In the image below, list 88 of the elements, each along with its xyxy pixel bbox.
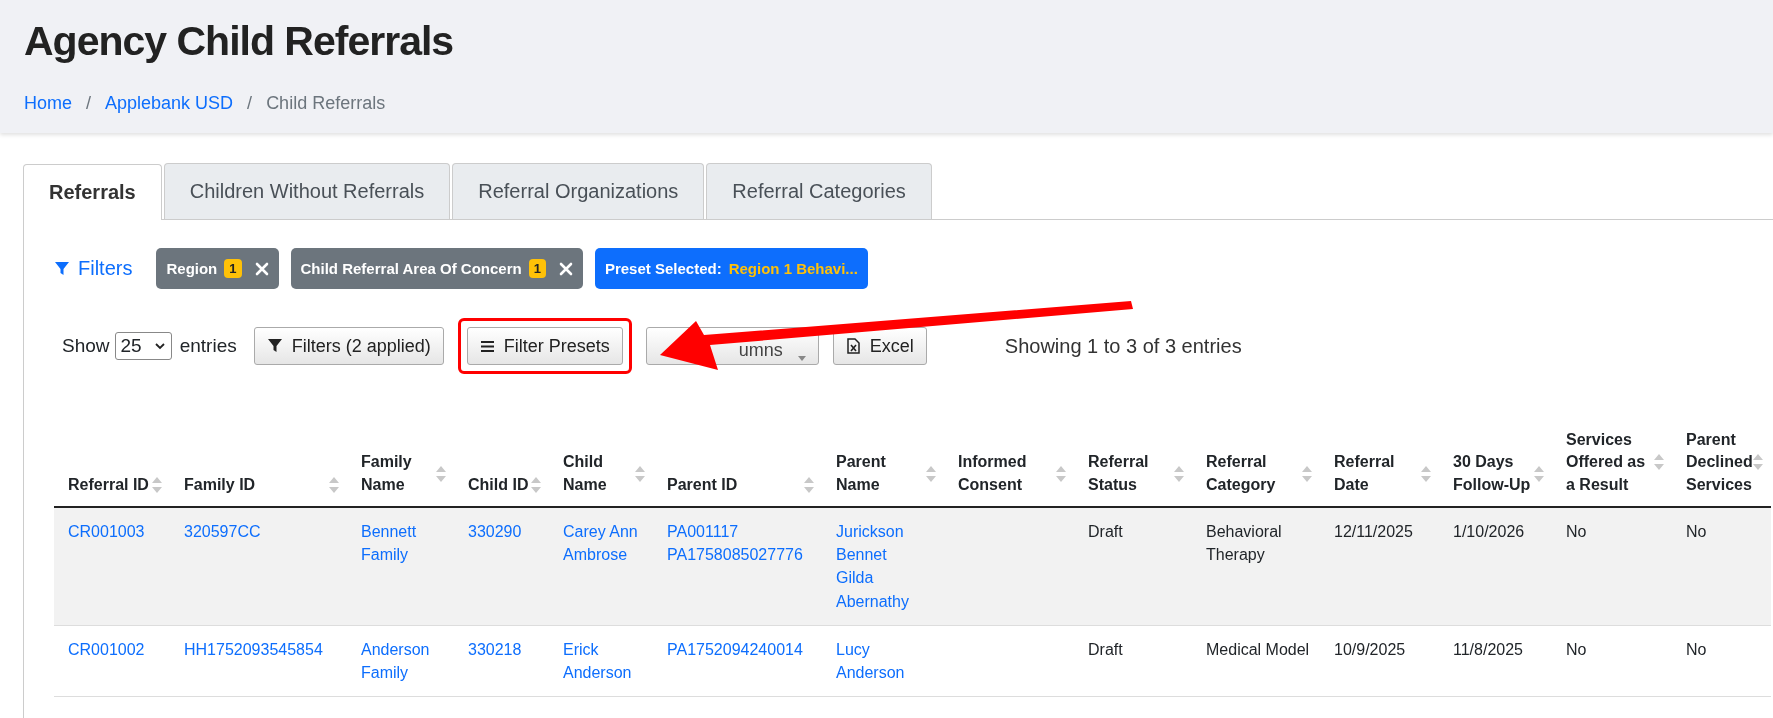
page-title: Agency Child Referrals	[24, 18, 454, 65]
filter-icon	[266, 338, 283, 354]
table-link[interactable]: HH1752093545854	[184, 637, 339, 661]
close-icon[interactable]	[558, 261, 573, 276]
column-header[interactable]: Parent Declined Services	[1686, 428, 1753, 496]
column-header[interactable]: Referral Status	[1088, 451, 1174, 496]
sort-icon	[531, 476, 541, 493]
breadcrumb-link[interactable]: Applebank USD	[105, 93, 234, 114]
tab[interactable]: Referrals	[23, 164, 162, 220]
column-header[interactable]: Referral Date	[1334, 451, 1421, 496]
table-cell-text: No	[1686, 522, 1708, 542]
table-link[interactable]: Gilda Abernathy	[836, 566, 936, 613]
table-link[interactable]: PA1758085027776	[667, 543, 814, 567]
sort-icon	[1421, 465, 1431, 482]
column-header[interactable]: Parent Name	[836, 451, 926, 496]
sort-icon	[926, 465, 936, 482]
sort-icon	[436, 465, 446, 482]
sort-icon	[1302, 465, 1312, 482]
column-header[interactable]: 30 Days Follow-Up	[1453, 451, 1534, 496]
file-icon	[845, 338, 861, 354]
table-link[interactable]: Jurickson Bennet	[836, 520, 936, 567]
table-link[interactable]: PA001117	[667, 520, 814, 544]
column-header[interactable]: Informed Consent	[958, 451, 1056, 496]
chevron-icon	[153, 341, 166, 351]
table-cell-text: No	[1566, 639, 1588, 660]
table-cell-text: 1/10/2026	[1453, 522, 1526, 542]
filter-icon	[54, 260, 70, 277]
tab[interactable]: Referral Categories	[706, 163, 932, 219]
sort-icon	[1534, 465, 1544, 482]
filter-presets-button[interactable]: Filter Presets	[466, 327, 623, 365]
menu-icon	[479, 338, 495, 354]
entries-info: Showing 1 to 3 of 3 entries	[1004, 334, 1242, 358]
table-cell-text: 11/8/2025	[1453, 639, 1524, 660]
table-cell-text: 10/9/2025	[1334, 639, 1407, 660]
table-link[interactable]: Bennett Family	[361, 520, 446, 567]
sort-icon	[1056, 465, 1066, 482]
chip-label: Region	[166, 260, 218, 277]
table-link[interactable]: CR001002	[68, 637, 162, 661]
column-header[interactable]: Family Name	[361, 451, 436, 496]
preset-chip[interactable]: Preset Selected: Region 1 Behavi...	[594, 248, 868, 289]
breadcrumb-separator: /	[247, 93, 253, 114]
column-header[interactable]: Services Offered as a Result	[1566, 428, 1654, 496]
table-cell-text: Behavioral Therapy	[1206, 522, 1283, 566]
sort-icon	[329, 476, 339, 493]
table-cell-text: Medical Model	[1206, 639, 1311, 660]
breadcrumb-separator: /	[86, 93, 92, 114]
breadcrumb-current: Child Referrals	[266, 93, 386, 114]
column-header[interactable]: Family ID	[184, 473, 256, 496]
count-badge: 1	[528, 259, 546, 278]
table-cell-text: No	[1686, 639, 1708, 660]
filters-button[interactable]: Filters (2 applied)	[253, 327, 444, 365]
count-badge: 1	[224, 259, 242, 278]
table-cell-text: 12/11/2025	[1334, 522, 1414, 542]
chip-label: Child Referral Area Of Concern	[300, 260, 522, 277]
table-cell-text: Draft	[1088, 522, 1124, 542]
sort-icon	[635, 465, 645, 482]
sort-icon	[152, 476, 162, 493]
show-label: Show	[62, 335, 110, 357]
preset-name: Region 1 Behavi...	[728, 260, 858, 277]
tab[interactable]: Referral Organizations	[452, 163, 705, 219]
sort-icon	[1174, 465, 1184, 482]
table-link[interactable]: 330290	[468, 520, 541, 544]
table-link[interactable]: Anderson Family	[361, 637, 446, 685]
table-link[interactable]: 320597CC	[184, 520, 339, 544]
table-link[interactable]: 330218	[468, 637, 541, 661]
sort-icon	[804, 476, 814, 493]
close-icon[interactable]	[254, 261, 269, 276]
filters-toggle[interactable]: Filters	[54, 257, 133, 280]
tab[interactable]: Children Without Referrals	[163, 163, 451, 219]
entries-label: entries	[179, 335, 237, 357]
column-header[interactable]: Child ID	[468, 473, 529, 496]
column-header[interactable]: Parent ID	[667, 473, 738, 496]
caret-icon	[797, 356, 806, 361]
column-header[interactable]: Referral Category	[1206, 451, 1302, 496]
page-size-select[interactable]: 25	[114, 332, 172, 360]
column-header[interactable]: Referral ID	[68, 473, 149, 496]
breadcrumb-link[interactable]: Home	[24, 93, 72, 114]
sort-icon	[1753, 454, 1763, 471]
table-link[interactable]: PA1752094240014	[667, 637, 814, 661]
chip-label: Preset Selected:	[604, 260, 722, 277]
table-cell-text: No	[1566, 522, 1588, 542]
sort-icon	[1654, 454, 1664, 471]
table-link[interactable]: Carey Ann Ambrose	[563, 520, 645, 567]
table-link[interactable]: CR001003	[68, 520, 162, 544]
table-cell-text: Draft	[1088, 639, 1124, 660]
table-link[interactable]: Erick Anderson	[563, 637, 645, 685]
table-link[interactable]: Lucy Anderson	[836, 637, 936, 685]
column-header[interactable]: Child Name	[563, 451, 635, 496]
